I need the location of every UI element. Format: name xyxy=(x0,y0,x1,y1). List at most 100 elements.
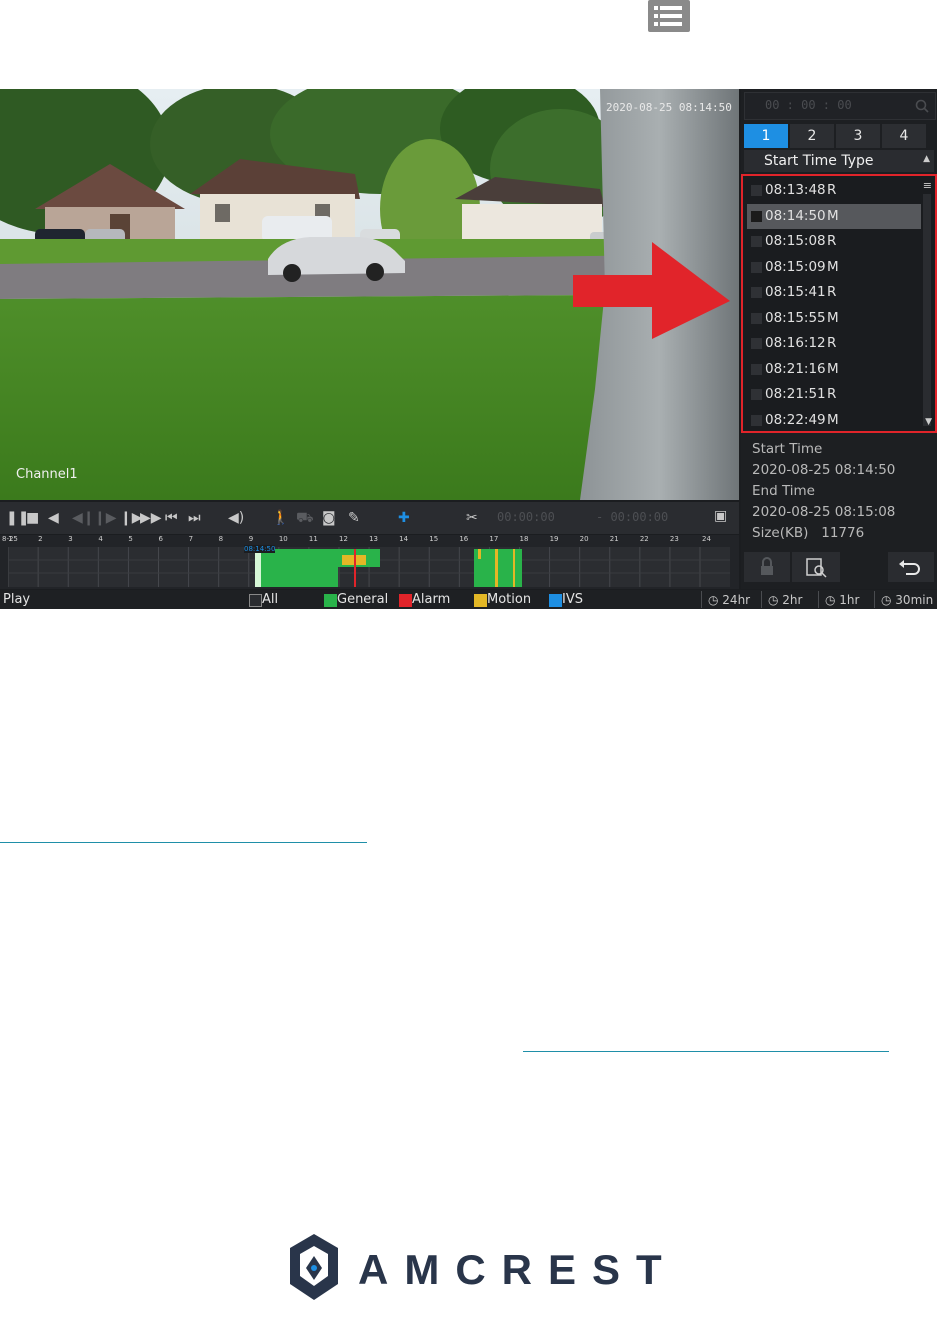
time-search-value: 00 : 00 : 00 xyxy=(765,98,852,112)
timeline[interactable]: 8-25 1 2 3 4 5 6 7 8 9 10 11 12 13 14 15 16 17 18 19 20 21 22… xyxy=(0,535,739,589)
timeline-hour-label: 2 xyxy=(38,535,43,543)
scroll-up-icon[interactable]: ▲ xyxy=(923,154,930,164)
record-row[interactable]: 08:14:50 M xyxy=(747,203,921,229)
record-row[interactable]: 08:13:48 R xyxy=(747,178,921,203)
pin-icon[interactable]: ✎ xyxy=(348,510,360,526)
link-underline[interactable] xyxy=(523,1051,889,1052)
status-bar: Play All General Alarm Motion IVS ◷ 24hr… xyxy=(0,590,937,609)
end-time-value: 2020-08-25 08:15:08 xyxy=(752,504,896,520)
video-view[interactable]: 2020-08-25 08:14:50 Channel1 xyxy=(0,89,739,500)
zoom-30min-button[interactable]: ◷ 30min xyxy=(874,591,937,608)
legend-alarm-label: Alarm xyxy=(412,592,451,607)
legend-general-label: General xyxy=(337,592,389,607)
checkbox-general[interactable] xyxy=(324,594,337,607)
checkbox-all[interactable] xyxy=(249,594,262,607)
record-row[interactable]: 08:15:09 M xyxy=(747,255,921,280)
end-time-label: End Time xyxy=(752,483,815,499)
play-reverse-icon[interactable]: ◀ xyxy=(48,510,59,526)
record-time: 08:15:41 xyxy=(765,284,826,300)
record-type: R xyxy=(827,284,837,300)
record-type: M xyxy=(827,207,839,224)
timeline-track[interactable]: 08:14:50 xyxy=(7,545,730,587)
list-header[interactable]: Start Time Type ▲ xyxy=(744,150,934,172)
checkbox-alarm[interactable] xyxy=(399,594,412,607)
record-checkbox[interactable] xyxy=(751,287,762,298)
record-checkbox[interactable] xyxy=(751,414,762,426)
back-icon xyxy=(899,560,920,575)
size-value: 11776 xyxy=(821,525,865,541)
record-row[interactable]: 08:15:08 R xyxy=(747,229,921,254)
checkbox-motion[interactable] xyxy=(474,594,487,607)
legend-all-label: All xyxy=(262,592,279,607)
play-position-marker xyxy=(354,549,356,587)
list-menu-icon[interactable]: ≡ xyxy=(923,179,932,192)
legend-ivs-label: IVS xyxy=(562,592,583,607)
previous-frame-icon[interactable]: ◀❙ xyxy=(72,510,95,526)
link-underline[interactable] xyxy=(0,842,367,843)
tab-channel-3[interactable]: 3 xyxy=(836,124,880,148)
time-search-field[interactable]: 00 : 00 : 00 xyxy=(744,92,936,120)
zoom-1hr-button[interactable]: ◷ 1hr xyxy=(818,591,875,608)
timeline-hour-label: 23 xyxy=(669,535,679,543)
record-time: 08:13:48 xyxy=(765,182,826,198)
tab-channel-2[interactable]: 2 xyxy=(790,124,834,148)
play-status: Play xyxy=(3,592,31,607)
back-button[interactable] xyxy=(888,552,934,582)
record-checkbox[interactable] xyxy=(751,389,762,400)
scroll-down-icon[interactable]: ▼ xyxy=(925,417,932,427)
timeline-hour-label: 10 xyxy=(278,535,288,543)
stop-icon[interactable]: ■ xyxy=(26,510,39,526)
timeline-hour-label: 15 xyxy=(429,535,439,543)
camera-icon[interactable]: ◙ xyxy=(322,510,336,526)
timeline-hour-label: 22 xyxy=(639,535,649,543)
timeline-hour-label: 20 xyxy=(579,535,589,543)
checkbox-ivs[interactable] xyxy=(549,594,562,607)
record-checkbox[interactable] xyxy=(751,312,762,324)
timeline-cursor-label: 08:14:50 xyxy=(244,545,276,553)
record-row[interactable]: 08:22:49 M xyxy=(747,408,921,433)
scissors-icon[interactable]: ✂ xyxy=(466,510,478,526)
start-time-value: 2020-08-25 08:14:50 xyxy=(752,462,896,478)
record-time: 08:16:12 xyxy=(765,335,826,351)
timeline-hour-label: 18 xyxy=(519,535,529,543)
next-frame-icon[interactable]: ❙▶ xyxy=(94,510,117,526)
record-checkbox[interactable] xyxy=(751,210,762,222)
record-list-panel: 00 : 00 : 00 1 2 3 4 Start Time Type ▲ 0… xyxy=(741,89,937,589)
record-row[interactable]: 08:21:16 M xyxy=(747,357,921,382)
timeline-hour-label: 8 xyxy=(218,535,224,543)
record-row[interactable]: 08:15:55 M xyxy=(747,306,921,331)
tab-channel-4[interactable]: 4 xyxy=(882,124,926,148)
zoom-2hr-button[interactable]: ◷ 2hr xyxy=(761,591,818,608)
next-record-icon[interactable]: ⏭ xyxy=(188,510,201,526)
lock-button[interactable] xyxy=(744,552,790,582)
fast-forward-icon[interactable]: ▶▶ xyxy=(140,510,162,526)
list-icon[interactable] xyxy=(648,0,690,32)
zoom-24hr-label: 24hr xyxy=(722,593,751,607)
save-icon[interactable]: ▣ xyxy=(714,508,727,524)
file-search-button[interactable] xyxy=(792,552,840,582)
record-row[interactable]: 08:16:12 R xyxy=(747,331,921,356)
smart-search-icon[interactable]: ✚ xyxy=(398,510,410,526)
record-checkbox[interactable] xyxy=(751,363,762,375)
vehicle-icon[interactable]: ⛟ xyxy=(296,510,314,526)
search-icon[interactable] xyxy=(915,99,929,113)
record-row[interactable]: 08:15:41 R xyxy=(747,280,921,305)
record-checkbox[interactable] xyxy=(751,338,762,349)
zoom-30min-label: 30min xyxy=(895,593,934,607)
zoom-24hr-button[interactable]: ◷ 24hr xyxy=(701,591,762,608)
record-row[interactable]: 08:21:51 R xyxy=(747,382,921,407)
volume-icon[interactable]: ◀) xyxy=(228,510,244,526)
timeline-hour-label: 9 xyxy=(248,535,254,543)
record-checkbox[interactable] xyxy=(751,185,762,196)
previous-record-icon[interactable]: ⏮ xyxy=(165,510,178,526)
record-type: M xyxy=(827,258,839,275)
person-icon[interactable]: 🚶 xyxy=(272,510,289,526)
tab-channel-1[interactable]: 1 xyxy=(744,124,788,148)
timeline-hour-label: 4 xyxy=(98,535,103,543)
amcrest-logo: AMCREST xyxy=(288,1232,662,1304)
record-time: 08:14:50 xyxy=(765,207,826,224)
record-checkbox[interactable] xyxy=(751,261,762,273)
record-checkbox[interactable] xyxy=(751,236,762,247)
search-file-icon xyxy=(806,558,827,578)
list-scrollbar[interactable] xyxy=(923,194,931,426)
